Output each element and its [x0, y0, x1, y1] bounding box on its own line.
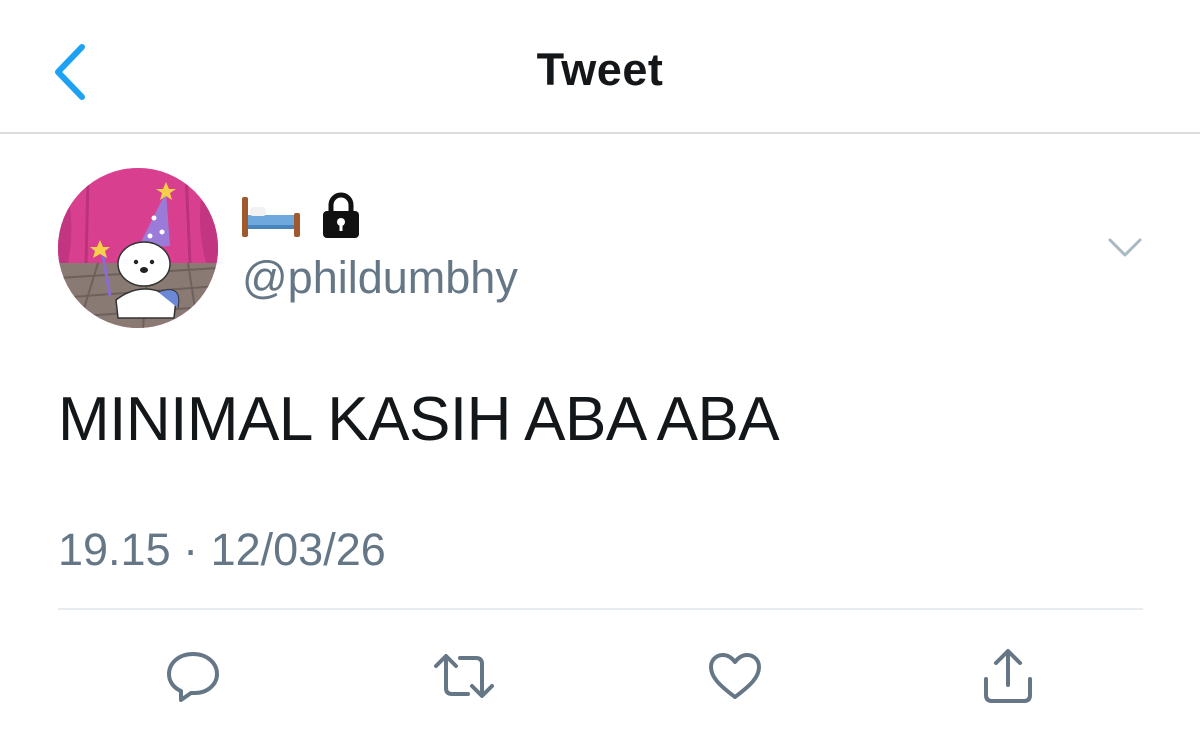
bed-emoji-icon [240, 193, 302, 244]
reply-button[interactable] [155, 638, 231, 714]
chevron-down-icon [1108, 238, 1142, 257]
like-button[interactable] [697, 638, 773, 714]
retweet-button[interactable] [426, 638, 502, 714]
share-icon [984, 649, 1032, 703]
tweet-menu-button[interactable] [1100, 226, 1150, 270]
avatar-image [58, 168, 218, 328]
retweet-icon [434, 654, 494, 698]
heart-icon [709, 653, 761, 699]
avatar[interactable] [58, 168, 218, 328]
page-title: Tweet [536, 44, 664, 95]
tweet-text: MINIMAL KASIH ABA ABA [58, 385, 780, 454]
display-name[interactable] [240, 192, 362, 245]
share-button[interactable] [970, 638, 1046, 714]
divider [58, 608, 1143, 610]
reply-icon [167, 652, 219, 702]
user-handle[interactable]: @phildumbhy [242, 252, 518, 304]
tweet-actions-bar [0, 638, 1200, 714]
tweet-timestamp[interactable]: 19.15 · 12/03/26 [58, 524, 386, 576]
lock-icon [320, 192, 362, 245]
top-navigation-bar: Tweet [0, 0, 1200, 134]
